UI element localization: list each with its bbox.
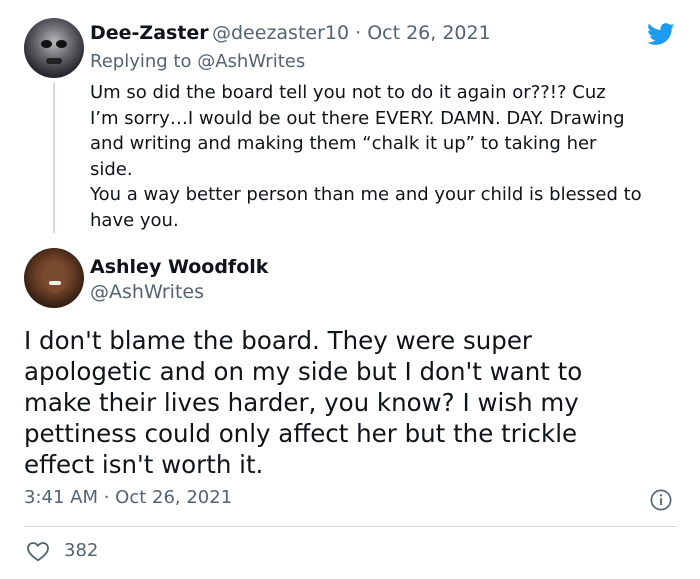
- heart-icon[interactable]: [26, 540, 50, 562]
- tweet-divider: [24, 526, 677, 527]
- replying-to-line: Replying to @AshWrites: [90, 51, 305, 72]
- avatar-smile: [49, 281, 61, 285]
- avatar-eye: [41, 40, 52, 48]
- info-icon[interactable]: [650, 489, 672, 511]
- main-tweet-text: I don't blame the board. They were super…: [24, 326, 583, 479]
- reply-tweet-text: Um so did the board tell you not to do i…: [90, 82, 642, 231]
- like-count[interactable]: 382: [64, 540, 98, 561]
- avatar-mouth: [46, 58, 62, 64]
- reply-author-avatar[interactable]: [24, 18, 84, 78]
- reply-author-handle-date[interactable]: @deezaster10 · Oct 26, 2021: [212, 22, 491, 44]
- replying-to-prefix: Replying to: [90, 51, 198, 72]
- main-author-handle[interactable]: @AshWrites: [90, 281, 204, 303]
- replying-to-handle-link[interactable]: @AshWrites: [197, 51, 305, 72]
- tweet-timestamp[interactable]: 3:41 AM · Oct 26, 2021: [24, 487, 232, 508]
- avatar-eye: [56, 40, 67, 48]
- thread-connector-line: [53, 83, 55, 233]
- avatar-face: [43, 261, 67, 293]
- reply-author-name[interactable]: Dee-Zaster: [90, 22, 209, 44]
- main-author-avatar[interactable]: [24, 248, 84, 308]
- twitter-bird-icon[interactable]: [645, 20, 677, 48]
- main-author-name[interactable]: Ashley Woodfolk: [90, 256, 268, 278]
